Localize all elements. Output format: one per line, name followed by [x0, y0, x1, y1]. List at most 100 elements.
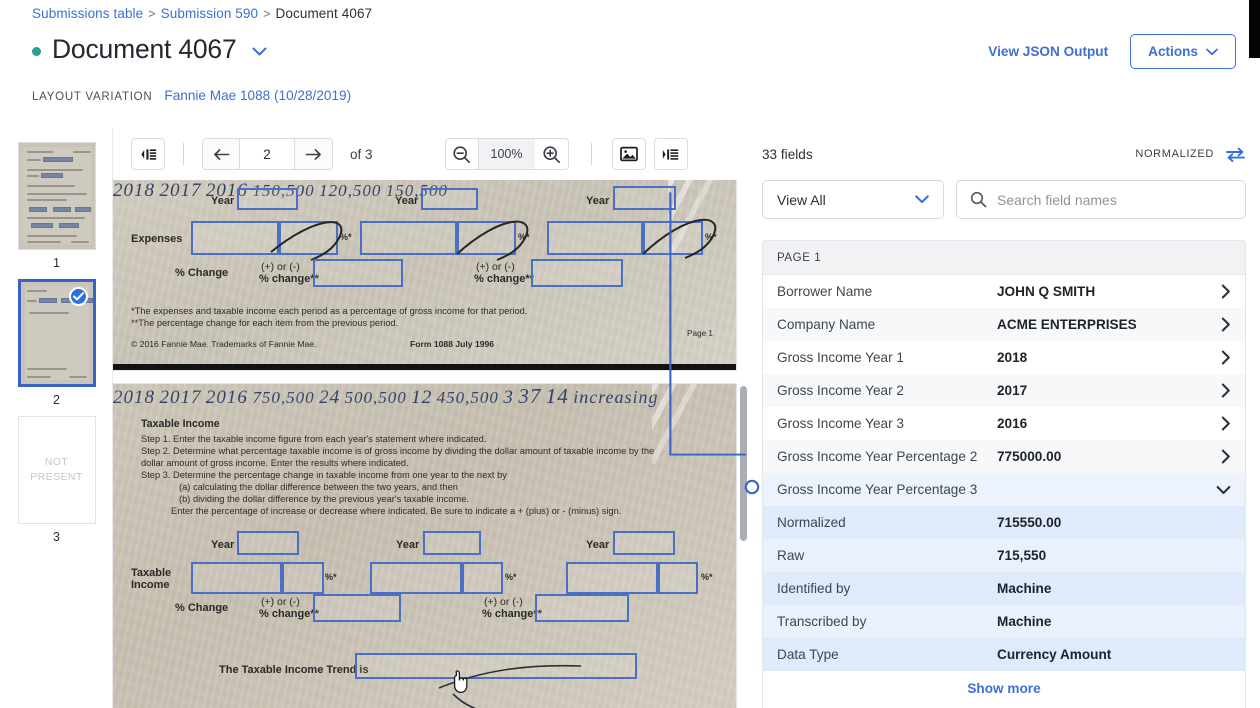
page-thumbnail-rail: 1 2 NOT PRESENT 3 [0, 128, 113, 708]
doc-b-year-label-2: Year [396, 539, 420, 551]
breadcrumb-item-document: Document 4067 [275, 6, 373, 21]
body: 1 2 NOT PRESENT 3 2 of 3 100% Year 2018 … [0, 128, 1260, 708]
doc-b-change-box-1 [313, 594, 401, 622]
detail-value: 715,550 [997, 548, 1047, 563]
chevron-down-icon[interactable] [1216, 485, 1231, 495]
detail-key: Identified by [777, 581, 851, 596]
viewer-scrollbar-track[interactable] [740, 238, 747, 702]
document-canvas[interactable]: Year 2018 Year 2017 Year 2016 Expenses 1… [113, 180, 750, 708]
field-detail-row-transcribed-by: Transcribed by Machine [763, 605, 1245, 638]
title-chevron-down-icon[interactable] [252, 47, 267, 56]
field-row-company-name[interactable]: Company Name ACME ENTERPRISES [763, 308, 1245, 341]
doc-trend-label: The Taxable Income Trend is [219, 664, 369, 676]
breadcrumb-item-submissions-table[interactable]: Submissions table [32, 6, 143, 21]
thumbnail-image-2[interactable] [17, 279, 96, 387]
doc-pct-change-sub-a1: (+) or (-) [261, 261, 300, 273]
field-key: Company Name [777, 317, 876, 332]
swap-arrows-icon[interactable] [1225, 147, 1246, 162]
doc-handwriting-mark-2 [456, 220, 529, 261]
doc-expenses-label: Expenses [131, 233, 183, 245]
fields-panel-header: 33 fields NORMALIZED [750, 128, 1260, 180]
fields-panel: 33 fields NORMALIZED View All Search fie… [744, 128, 1260, 708]
chevron-right-icon[interactable] [1221, 416, 1231, 431]
zoom-out-icon[interactable] [444, 138, 479, 170]
field-value: JOHN Q SMITH [997, 284, 1096, 299]
doc-pct-change-label-1: % Change [175, 267, 229, 279]
image-icon[interactable] [611, 138, 646, 170]
field-row-gross-income-year-1[interactable]: Gross Income Year 1 2018 [763, 341, 1245, 374]
scanned-page-section-bottom: Taxable Income Step 1. Enter the taxable… [113, 384, 736, 708]
toolbar-divider-1 [183, 143, 184, 165]
breadcrumb-separator-2: > [263, 7, 271, 21]
zoom-level-value: 100% [478, 138, 535, 170]
panel-collapse-right-icon[interactable] [653, 138, 688, 170]
normalized-toggle[interactable]: NORMALIZED [1135, 147, 1246, 162]
chevron-right-icon[interactable] [1221, 317, 1231, 332]
field-key: Borrower Name [777, 284, 873, 299]
thumbnail-number-1: 1 [53, 256, 60, 270]
search-icon [970, 191, 987, 208]
doc-b-pct-mark-1: %* [325, 572, 337, 582]
doc-b-change-sub-b2: % change** [482, 608, 542, 620]
chevron-right-icon[interactable] [1221, 449, 1231, 464]
layout-variation-link[interactable]: Fannie Mae 1088 (10/28/2019) [164, 88, 351, 103]
field-value: 2018 [997, 350, 1028, 365]
doc-year-box-1 [237, 188, 298, 210]
view-json-output-button[interactable]: View JSON Output [988, 44, 1108, 59]
doc-b-year-label-1: Year [211, 539, 235, 551]
field-row-gross-income-year-2[interactable]: Gross Income Year 2 2017 [763, 374, 1245, 407]
scan-bottom-edge-top [113, 364, 736, 370]
show-more-button[interactable]: Show more [763, 671, 1245, 705]
doc-handwriting-mark-1 [270, 221, 343, 261]
layout-variation-row: LAYOUT VARIATION Fannie Mae 1088 (10/28/… [32, 88, 351, 103]
search-input[interactable] [997, 191, 1232, 208]
field-count-label: 33 fields [762, 146, 813, 162]
doc-step-3c: Enter the percentage of increase or decr… [171, 506, 622, 516]
breadcrumb-separator: > [148, 7, 156, 21]
field-key: Gross Income Year Percentage 3 [777, 482, 978, 497]
doc-taxable-pct-box-3 [658, 562, 698, 594]
layout-variation-label: LAYOUT VARIATION [32, 91, 153, 103]
panel-collapse-left-icon[interactable] [131, 138, 165, 170]
detail-value: Machine [997, 614, 1052, 629]
field-detail-row-normalized: Normalized 715550.00 [763, 506, 1245, 539]
breadcrumb-item-submission[interactable]: Submission 590 [161, 6, 258, 21]
doc-b-change-box-2 [535, 594, 629, 622]
search-field-container[interactable] [956, 180, 1246, 219]
chevron-right-icon[interactable] [1221, 284, 1231, 299]
doc-handwriting-mark-3 [642, 218, 717, 259]
chevron-right-icon[interactable] [1221, 350, 1231, 365]
doc-taxable-amount-box-3 [566, 562, 658, 594]
doc-year-label-2: Year [395, 195, 419, 207]
field-row-gross-income-year-percentage-2[interactable]: Gross Income Year Percentage 2 775000.00 [763, 440, 1245, 473]
doc-expenses-amount-box-3 [547, 221, 643, 255]
field-row-borrower-name[interactable]: Borrower Name JOHN Q SMITH [763, 275, 1245, 308]
thumbnail-item-3[interactable]: NOT PRESENT 3 [0, 416, 113, 544]
doc-taxable-heading: Taxable Income [141, 418, 220, 430]
page-total-label: of 3 [350, 146, 373, 162]
detail-value: Currency Amount [997, 647, 1112, 662]
thumbnail-image-1[interactable] [17, 142, 96, 250]
doc-pct-change-sub-b2: % change** [474, 273, 534, 285]
next-page-button[interactable] [295, 138, 333, 170]
thumbnail-selected-check-icon [68, 287, 88, 306]
viewer-scrollbar-thumb[interactable] [740, 386, 747, 541]
thumbnail-preview-1 [22, 147, 91, 245]
page-pager: 2 [202, 138, 333, 170]
thumbnail-item-2[interactable]: 2 [0, 279, 113, 407]
field-row-gross-income-year-3[interactable]: Gross Income Year 3 2016 [763, 407, 1245, 440]
thumbnail-item-1[interactable]: 1 [0, 142, 113, 270]
field-value: 2016 [997, 416, 1028, 431]
view-filter-select[interactable]: View All [762, 180, 944, 219]
page-number-input[interactable]: 2 [240, 138, 295, 170]
doc-step-3b: (b) dividing the dollar difference by th… [179, 494, 469, 504]
previous-page-button[interactable] [202, 138, 240, 170]
thumbnail-not-present-label: NOT PRESENT [30, 456, 83, 483]
view-filter-chevron-down-icon [915, 195, 929, 204]
fields-group-header: PAGE 1 [763, 241, 1245, 275]
zoom-in-icon[interactable] [534, 138, 569, 170]
field-row-gross-income-year-percentage-3[interactable]: Gross Income Year Percentage 3 [763, 473, 1245, 506]
actions-button[interactable]: Actions [1130, 34, 1236, 69]
chevron-right-icon[interactable] [1221, 383, 1231, 398]
thumbnail-image-3[interactable]: NOT PRESENT [17, 416, 96, 524]
